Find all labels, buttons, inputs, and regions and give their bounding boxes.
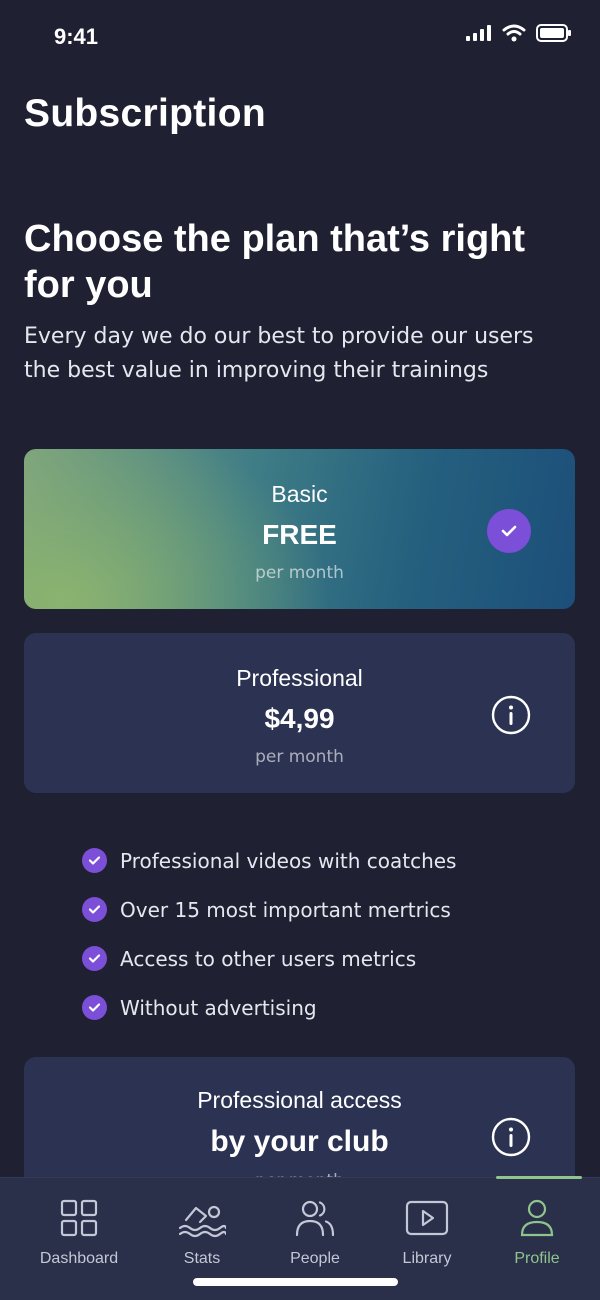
feature-list: Professional videos with coatches Over 1… [82, 836, 456, 1032]
feature-text: Without advertising [120, 995, 317, 1020]
list-item: Over 15 most important mertrics [82, 885, 456, 934]
plan-name: Professional access [197, 1087, 402, 1113]
list-item: Access to other users metrics [82, 934, 456, 983]
status-icons [466, 24, 572, 42]
tab-label: Stats [183, 1250, 221, 1267]
battery-icon [536, 24, 571, 42]
tab-stats[interactable]: Stats [147, 1196, 257, 1268]
feature-text: Professional videos with coatches [120, 848, 457, 873]
people-icon [260, 1196, 370, 1240]
home-indicator[interactable] [193, 1278, 398, 1286]
tab-people[interactable]: People [260, 1196, 370, 1268]
tab-label: Library [402, 1250, 452, 1267]
signal-icon [466, 25, 491, 41]
swimmer-icon [147, 1196, 257, 1240]
plan-name: Professional [236, 665, 363, 691]
check-icon [82, 897, 107, 922]
plan-card-professional[interactable]: Professional $4,99 per month [24, 633, 575, 793]
tab-label: Dashboard [39, 1250, 119, 1267]
check-icon [82, 848, 107, 873]
plan-period: per month [255, 563, 344, 583]
info-icon[interactable] [491, 1117, 531, 1157]
tab-label: Profile [514, 1250, 560, 1267]
check-icon [82, 995, 107, 1020]
plan-card-basic[interactable]: Basic FREE per month [24, 449, 575, 609]
status-bar: 9:41 [0, 0, 600, 76]
person-icon [482, 1196, 592, 1240]
plan-headline: Choose the plan that’s right for you [24, 218, 526, 306]
list-item: Without advertising [82, 983, 456, 1032]
info-icon[interactable] [491, 695, 531, 735]
grid-icon [24, 1196, 134, 1240]
plan-name: Basic [271, 481, 328, 507]
play-icon [372, 1196, 482, 1240]
list-item: Professional videos with coatches [82, 836, 456, 885]
tab-label: People [290, 1250, 340, 1267]
wifi-icon [502, 24, 526, 42]
active-tab-indicator [496, 1176, 582, 1179]
status-time: 9:41 [54, 24, 99, 49]
check-icon [82, 946, 107, 971]
tab-profile[interactable]: Profile [482, 1196, 592, 1268]
plan-period: per month [255, 747, 344, 767]
feature-text: Over 15 most important mertrics [120, 897, 451, 922]
tab-dashboard[interactable]: Dashboard [24, 1196, 134, 1268]
page-title: Subscription [24, 92, 266, 135]
feature-text: Access to other users metrics [120, 946, 417, 971]
tab-library[interactable]: Library [372, 1196, 482, 1268]
selected-check-icon [487, 509, 531, 553]
plan-subheadline: Every day we do our best to provide our … [24, 324, 534, 383]
